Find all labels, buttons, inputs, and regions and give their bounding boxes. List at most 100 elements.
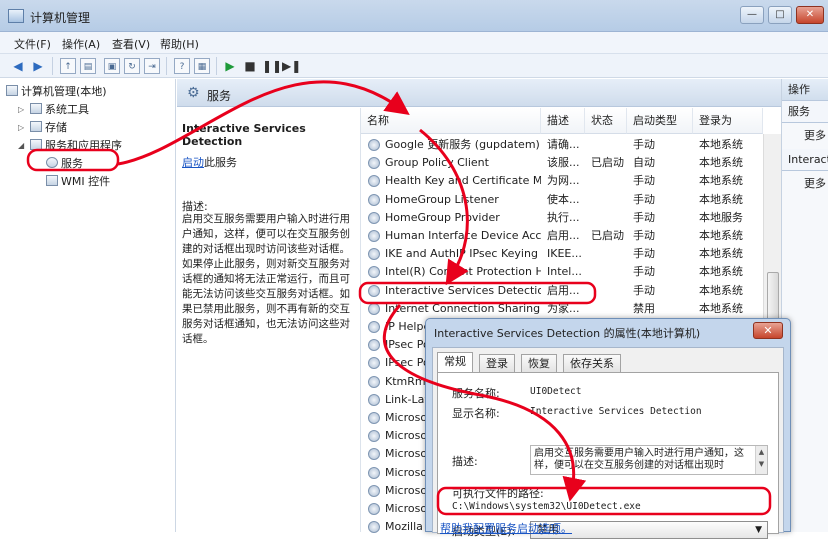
tree-item-storage[interactable]: 存储 <box>30 119 67 135</box>
cell-name: Human Interface Device Access <box>385 229 541 242</box>
table-row[interactable]: HomeGroup Provider 执行... 手动 本地服务 <box>361 209 765 227</box>
service-gear-icon <box>368 484 380 497</box>
description-scrollbar[interactable]: ▲ ▼ <box>755 446 767 474</box>
more-actions-link-2[interactable]: 更多 <box>804 175 826 191</box>
tree-item-system-tools[interactable]: 系统工具 <box>30 101 89 117</box>
table-row[interactable]: Health Key and Certificate M... 为网... 手动 本地… <box>361 172 765 190</box>
properties-dialog: Interactive Services Detection 的属性(本地计算机… <box>425 318 791 539</box>
minimize-button[interactable]: — <box>740 6 764 24</box>
cell-startup: 手动 <box>633 138 655 151</box>
title-bar: 计算机管理 — □ ✕ <box>0 0 828 32</box>
menu-file[interactable]: 文件(F) <box>14 36 51 52</box>
table-row[interactable]: Interactive Services Detection 启用... 手动 本地系… <box>361 282 765 300</box>
column-header-logon[interactable]: 登录为 <box>693 108 763 134</box>
show-pane-icon[interactable]: ▦ <box>194 58 210 74</box>
start-service-link[interactable]: 启动 <box>182 156 204 169</box>
export-icon[interactable]: ⇥ <box>144 58 160 74</box>
cell-desc: Intel... <box>547 265 582 279</box>
cell-logon: 本地系统 <box>699 156 743 170</box>
cell-startup: 自动 <box>633 156 655 170</box>
services-header-title: 服务 <box>207 89 232 103</box>
cell-name: Group Policy Client <box>385 156 489 170</box>
console-tree: 计算机管理(本地) ▷ 系统工具 ▷ 存储 ◢ 服务和应用程序 服务 WMI 控… <box>0 79 176 532</box>
service-gear-icon <box>368 357 380 370</box>
table-row[interactable]: Intel(R) Content Protection H... Intel...… <box>361 263 765 281</box>
actions-section-services[interactable]: 服务 <box>782 101 828 123</box>
wmi-icon <box>46 175 58 186</box>
cell-logon: 本地系统 <box>699 283 743 297</box>
tree-item-wmi[interactable]: WMI 控件 <box>46 173 110 189</box>
table-row[interactable]: HomeGroup Listener 使本... 手动 本地系统 <box>361 191 765 209</box>
service-gear-icon <box>368 266 380 279</box>
cell-desc: IKEE... <box>547 247 582 261</box>
selected-service-name: Interactive Services Detection <box>182 122 306 148</box>
maximize-button[interactable]: □ <box>768 6 792 24</box>
forward-arrow-icon[interactable]: ▶ <box>30 58 46 74</box>
service-gear-icon <box>368 139 380 151</box>
cell-name: Internet Connection Sharing (... <box>385 301 541 315</box>
back-arrow-icon[interactable]: ◀ <box>10 58 26 74</box>
table-row[interactable]: Internet Connection Sharing (... 为家... 禁用 本… <box>361 300 765 318</box>
service-gear-icon <box>368 193 380 206</box>
stop-icon[interactable]: ■ <box>242 58 258 74</box>
service-gear-icon <box>368 448 380 461</box>
properties-icon[interactable]: ▣ <box>104 58 120 74</box>
service-gear-icon <box>368 503 380 515</box>
console-tree-icon[interactable]: ▤ <box>80 58 96 74</box>
services-header: ⚙ 服务 <box>177 79 781 107</box>
cell-logon: 本地系统 <box>699 138 743 151</box>
table-row[interactable]: Group Policy Client 该服... 已启动 自动 本地系统 <box>361 154 765 172</box>
tab-logon[interactable]: 登录 <box>479 354 515 372</box>
table-row[interactable]: Google 更新服务 (gupdatem) 请确... 手动 本地系统 <box>361 136 765 154</box>
description-label: 描述: <box>452 455 478 468</box>
toolbar: ◀ ▶ ↑ ▤ ▣ ↻ ⇥ ? ▦ ▶ ■ ❚❚ ▶❚ <box>0 54 828 78</box>
help-icon[interactable]: ? <box>174 58 190 74</box>
tab-recovery[interactable]: 恢复 <box>521 354 557 372</box>
dialog-close-button[interactable]: ✕ <box>753 322 783 339</box>
cell-desc: 该服... <box>547 156 580 170</box>
cell-desc: 使本... <box>547 192 580 206</box>
cell-logon: 本地系统 <box>699 301 743 315</box>
dialog-title: Interactive Services Detection 的属性(本地计算机… <box>434 327 701 340</box>
startup-help-link[interactable]: 帮助我配置服务启动选项。 <box>440 520 572 536</box>
pause-icon[interactable]: ❚❚ <box>262 58 282 74</box>
extended-description-pane: Interactive Services Detection 启动此服务 描述:… <box>177 108 359 532</box>
tree-item-services-apps[interactable]: 服务和应用程序 <box>30 137 122 153</box>
tree-root[interactable]: 计算机管理(本地) <box>6 83 107 99</box>
description-textbox[interactable]: 启用交互服务需要用户输入时进行用户通知，这样，便可以在交互服务创建的对话框出现时… <box>530 445 768 475</box>
menu-action[interactable]: 操作(A) <box>62 36 100 52</box>
expand-arrow-icon[interactable]: ▷ <box>18 123 24 132</box>
tree-item-label: 存储 <box>45 121 67 134</box>
menu-help[interactable]: 帮助(H) <box>160 36 199 52</box>
start-icon[interactable]: ▶ <box>222 58 238 74</box>
cell-startup: 禁用 <box>633 301 655 315</box>
table-row[interactable]: IKE and AuthIP IPsec Keying ... IKEE... 手动… <box>361 245 765 263</box>
actions-section-selected[interactable]: Interactive <box>782 149 828 171</box>
cell-name: Health Key and Certificate M... <box>385 174 541 188</box>
tab-dependencies[interactable]: 依存关系 <box>563 354 621 372</box>
collapse-arrow-icon[interactable]: ◢ <box>18 141 24 150</box>
expand-arrow-icon[interactable]: ▷ <box>18 105 24 114</box>
cell-logon: 本地系统 <box>699 247 743 261</box>
column-header-startup-type[interactable]: 启动类型 <box>627 108 693 134</box>
tree-item-label: 服务 <box>61 157 83 170</box>
column-header-status[interactable]: 状态 <box>585 108 627 134</box>
restart-icon[interactable]: ▶❚ <box>282 58 301 74</box>
table-row[interactable]: Human Interface Device Access 启用... 已启动手动 本… <box>361 227 765 245</box>
close-button[interactable]: ✕ <box>796 6 824 24</box>
column-header-name[interactable]: 名称 <box>361 108 541 134</box>
more-actions-link[interactable]: 更多 <box>804 127 826 143</box>
tree-item-label: 服务和应用程序 <box>45 139 122 152</box>
service-gear-icon <box>368 175 380 188</box>
cell-logon: 本地系统 <box>699 192 743 206</box>
chevron-down-icon: ▼ <box>755 525 762 535</box>
column-header-description[interactable]: 描述 <box>541 108 585 134</box>
service-gear-icon <box>368 230 380 242</box>
tree-item-services[interactable]: 服务 <box>46 155 83 171</box>
cell-startup: 手动 <box>633 174 655 188</box>
menu-view[interactable]: 查看(V) <box>112 36 150 52</box>
tab-general[interactable]: 常规 <box>437 352 473 373</box>
up-folder-icon[interactable]: ↑ <box>60 58 76 74</box>
cell-desc: 启用... <box>547 229 580 242</box>
refresh-icon[interactable]: ↻ <box>124 58 140 74</box>
